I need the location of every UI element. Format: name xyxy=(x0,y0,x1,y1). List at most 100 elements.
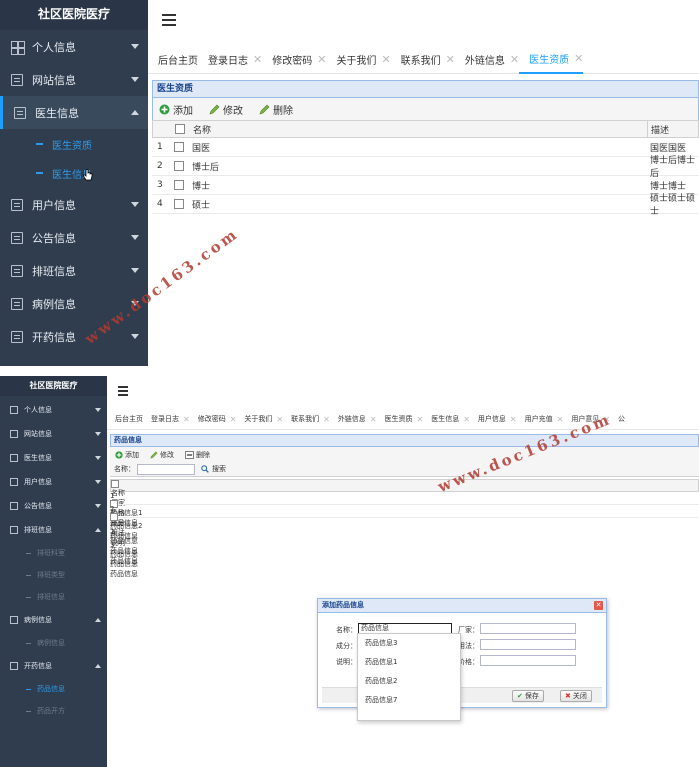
sidebar-item-user[interactable]: 用户信息 xyxy=(0,470,107,494)
submenu-doctor-qualification[interactable]: 医生资质 xyxy=(0,130,148,158)
add-button[interactable]: 添加 xyxy=(115,450,139,460)
tab-home[interactable]: 后台主页 xyxy=(148,44,198,74)
tab-label: 关于我们 xyxy=(244,415,273,423)
submenu-schedule-type[interactable]: 排班类型 xyxy=(0,564,107,586)
tab-label: 后台主页 xyxy=(158,55,198,67)
edit-button[interactable]: 修改 xyxy=(150,450,174,460)
close-icon[interactable]: ✕ xyxy=(446,53,455,66)
sidebar-item-notice[interactable]: 公告信息 xyxy=(0,494,107,518)
sidebar-item-prescription[interactable]: 开药信息 xyxy=(0,654,107,678)
document-icon xyxy=(10,478,18,486)
dropdown-option[interactable]: 药品信息3 xyxy=(358,634,460,653)
sidebar-item-schedule[interactable]: 排班信息 xyxy=(0,254,148,287)
close-icon[interactable]: ✕ xyxy=(574,52,583,65)
search-input[interactable] xyxy=(137,463,195,475)
close-icon[interactable]: ✕ xyxy=(381,53,390,66)
table-row[interactable]: 1 国医 国医国医 xyxy=(152,138,699,157)
sidebar-item-label: 病例信息 xyxy=(32,297,76,311)
document-icon xyxy=(10,526,18,534)
sidebar-item-doctor[interactable]: 医生信息 xyxy=(0,446,107,470)
row-checkbox[interactable] xyxy=(174,176,184,194)
tab-contact[interactable]: 联系我们 ✕ xyxy=(391,44,455,74)
tab-about[interactable]: 关于我们 ✕ xyxy=(326,44,390,74)
close-icon[interactable]: ✕ xyxy=(253,53,262,66)
menu-icon[interactable] xyxy=(162,14,176,26)
tab-about[interactable]: 关于我们 ✕ xyxy=(236,408,283,429)
price-input[interactable] xyxy=(480,655,576,666)
search-button[interactable]: 搜索 xyxy=(201,464,226,474)
table-row[interactable]: 4 硕士 硕士硕士硕士 xyxy=(152,194,699,217)
tab-login-log[interactable]: 登录日志 ✕ xyxy=(143,408,190,429)
sidebar-item-website[interactable]: 网站信息 xyxy=(0,63,148,96)
tab-user-recharge[interactable]: 用户充值 ✕ xyxy=(517,408,564,429)
close-icon[interactable]: ✕ xyxy=(183,415,190,424)
close-icon[interactable]: ✕ xyxy=(510,53,519,66)
sidebar-item-doctor[interactable]: 医生信息 xyxy=(0,96,148,129)
sidebar-item-personal[interactable]: 个人信息 xyxy=(0,398,107,422)
submenu-case-info[interactable]: 病例信息 xyxy=(0,632,107,654)
menu-icon[interactable] xyxy=(118,386,128,396)
submenu-medicine-info[interactable]: 药品信息 xyxy=(0,678,107,700)
sidebar-item-schedule[interactable]: 排班信息 xyxy=(0,518,107,542)
close-icon[interactable]: ✕ xyxy=(594,601,603,610)
row-checkbox[interactable] xyxy=(110,513,699,521)
usage-input[interactable] xyxy=(480,639,576,650)
tab-label: 登录日志 xyxy=(151,415,179,423)
sidebar-item-personal[interactable]: 个人信息 xyxy=(0,30,148,63)
sidebar-item-user[interactable]: 用户信息 xyxy=(0,188,148,221)
row-checkbox[interactable] xyxy=(174,157,184,175)
table-row[interactable]: 1 药品信息1 药品信息 2 药品信息 药品信息 药品信息 xyxy=(110,492,699,565)
tab-links[interactable]: 外链信息 ✕ xyxy=(330,408,377,429)
add-label: 添加 xyxy=(125,450,139,459)
select-all-checkbox[interactable] xyxy=(111,480,698,488)
close-icon[interactable]: ✕ xyxy=(276,415,283,424)
tab-user-info[interactable]: 用户信息 ✕ xyxy=(470,408,517,429)
add-button[interactable]: 添加 xyxy=(159,102,193,117)
close-icon[interactable]: ✕ xyxy=(557,415,564,424)
tab-links[interactable]: 外链信息 ✕ xyxy=(455,44,519,74)
submenu-schedule-dept[interactable]: 排班科室 xyxy=(0,542,107,564)
tab-change-password[interactable]: 修改密码 ✕ xyxy=(262,44,326,74)
close-icon[interactable]: ✕ xyxy=(230,415,237,424)
maker-input[interactable] xyxy=(480,623,576,634)
chevron-down-icon xyxy=(95,456,101,460)
close-icon[interactable]: ✕ xyxy=(463,415,470,424)
row-checkbox[interactable] xyxy=(174,138,184,156)
tab-contact[interactable]: 联系我们 ✕ xyxy=(283,408,330,429)
tab-doctor-qualification[interactable]: 医生资质 ✕ xyxy=(519,44,584,74)
table-row[interactable]: 3 博士 博士博士 xyxy=(152,176,699,195)
sidebar-item-label: 网站信息 xyxy=(24,430,52,438)
dropdown-option[interactable]: 药品信息2 xyxy=(358,672,460,691)
sidebar-item-prescription[interactable]: 开药信息 xyxy=(0,320,148,353)
sidebar-item-case[interactable]: 病例信息 xyxy=(0,608,107,632)
close-icon[interactable]: ✕ xyxy=(370,415,377,424)
delete-button[interactable]: 删除 xyxy=(259,102,293,117)
save-button[interactable]: ✔ 保存 xyxy=(512,690,544,702)
tab-login-log[interactable]: 登录日志 ✕ xyxy=(198,44,262,74)
submenu-medicine-prescribe[interactable]: 药品开方 xyxy=(0,700,107,722)
select-all-checkbox[interactable] xyxy=(175,121,185,137)
close-icon[interactable]: ✕ xyxy=(323,415,330,424)
submenu-schedule-info[interactable]: 排班信息 xyxy=(0,586,107,608)
tab-doctor-qualification[interactable]: 医生资质 ✕ xyxy=(377,408,424,429)
tab-label: 用户充值 xyxy=(524,415,553,423)
cell-maker: 药品信息 xyxy=(110,532,138,540)
dropdown-option[interactable]: 药品信息1 xyxy=(358,653,460,672)
tab-home[interactable]: 后台主页 xyxy=(107,408,143,429)
delete-button[interactable]: 删除 xyxy=(185,450,210,460)
dropdown-option[interactable]: 药品信息7 xyxy=(358,691,460,710)
close-icon[interactable]: ✕ xyxy=(417,415,424,424)
tab-doctor-info[interactable]: 医生信息 ✕ xyxy=(423,408,470,429)
chevron-down-icon xyxy=(131,268,139,273)
close-icon[interactable]: ✕ xyxy=(317,53,326,66)
sidebar-item-notice[interactable]: 公告信息 xyxy=(0,221,148,254)
close-icon[interactable]: ✕ xyxy=(510,415,517,424)
submenu-doctor-info[interactable]: 医生信息 xyxy=(0,159,148,187)
close-button[interactable]: ✖ 关闭 xyxy=(560,690,592,702)
edit-button[interactable]: 修改 xyxy=(209,102,243,117)
table-row[interactable]: 2 博士后 博士后博士后 xyxy=(152,156,699,179)
tab-change-password[interactable]: 修改密码 ✕ xyxy=(190,408,237,429)
sidebar-item-website[interactable]: 网站信息 xyxy=(0,422,107,446)
table-row[interactable]: 2 药品信息2 药品信息 3 药品信息 药品信息 药品信息 xyxy=(110,505,699,578)
row-checkbox[interactable] xyxy=(174,195,184,213)
